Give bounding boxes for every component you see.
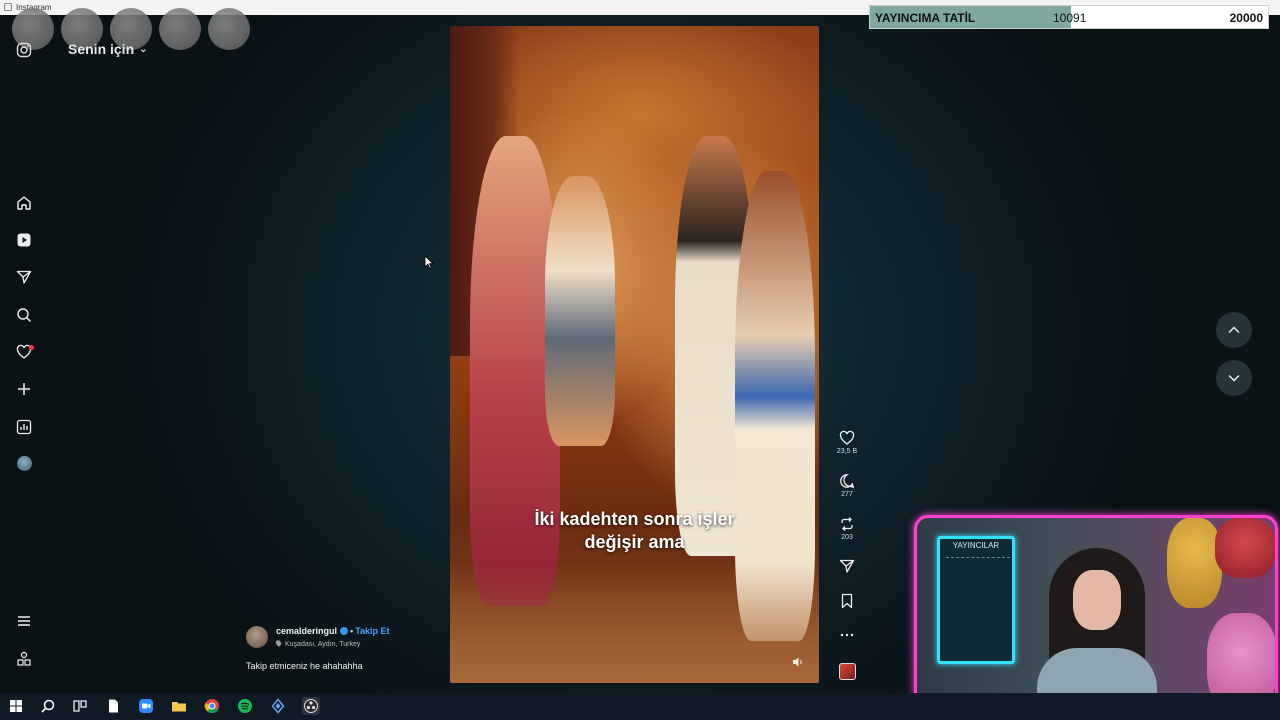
reel-video[interactable]: İki kadehten sonra işler değişir ama — [450, 26, 819, 683]
like-count: 23,5 B — [836, 448, 858, 455]
windows-start-icon[interactable] — [8, 698, 24, 714]
location-pin-icon — [274, 639, 283, 647]
search-icon[interactable] — [40, 698, 56, 714]
notification-dot — [29, 345, 34, 350]
verified-badge-icon — [340, 627, 349, 635]
task-view-icon[interactable] — [72, 698, 88, 714]
plus-icon — [18, 383, 30, 395]
overlay-circle — [159, 8, 201, 50]
feed-selector[interactable]: Senin için ⌄ — [68, 41, 148, 57]
feed-label: Senin için — [68, 41, 135, 57]
chevron-down-icon — [1228, 374, 1240, 382]
follow-button[interactable]: Takip Et — [355, 626, 389, 636]
speaker-icon[interactable] — [792, 656, 804, 668]
direct-icon — [16, 270, 32, 284]
stream-goal-bar: YAYINCIMA TATİL 10091 20000 — [869, 5, 1269, 29]
mouse-cursor-icon — [424, 255, 434, 269]
overlay-circle — [208, 8, 250, 50]
reels-icon — [17, 233, 31, 247]
subtitle-line: İki kadehten sonra işler — [534, 509, 735, 529]
audio-thumbnail[interactable] — [839, 663, 856, 680]
streamer-board: YAYINCILAR — [937, 536, 1015, 664]
instagram-reels-window: Instagram YAYINCIMA TATİL 10091 20000 Se… — [0, 0, 1280, 720]
bookmark-icon — [841, 593, 853, 609]
comment-count: 277 — [841, 491, 853, 498]
zoom-icon[interactable] — [138, 698, 154, 714]
plush-toy — [1215, 518, 1275, 578]
home-icon — [17, 196, 31, 210]
obs-icon[interactable] — [302, 697, 320, 715]
video-subtitles: İki kadehten sonra işler değişir ama — [450, 508, 819, 554]
plush-toy — [1167, 518, 1222, 608]
heart-icon — [839, 430, 855, 445]
menu-icon — [18, 616, 30, 626]
subtitle-line: değişir ama — [584, 532, 685, 552]
goal-label: YAYINCIMA TATİL — [875, 11, 976, 25]
file-icon[interactable] — [105, 698, 121, 714]
repost-icon — [841, 517, 853, 531]
author-avatar[interactable] — [246, 626, 268, 648]
more-icon — [840, 633, 854, 637]
previous-reel-button[interactable] — [1216, 312, 1252, 348]
video-floor — [450, 563, 819, 683]
repost-count: 203 — [841, 534, 853, 541]
app-window-icon — [4, 3, 12, 11]
dashboard-icon — [16, 419, 32, 435]
direct-icon — [839, 559, 855, 573]
post-location[interactable]: Kuşadası, Aydın, Turkey — [274, 639, 361, 648]
author-username[interactable]: cemalderingul — [276, 626, 337, 636]
apps-icon — [17, 651, 31, 666]
app-icon[interactable] — [270, 698, 286, 714]
chevron-up-icon — [1228, 326, 1240, 334]
file-explorer-icon[interactable] — [171, 698, 187, 714]
video-figure — [545, 176, 615, 446]
post-caption: Takip etmiceniz he ahahahha — [246, 661, 363, 671]
board-writing — [946, 557, 1010, 637]
comment-icon — [840, 474, 855, 489]
webcam-overlay: YAYINCILAR — [914, 515, 1278, 718]
goal-target: 20000 — [1229, 11, 1263, 25]
spotify-icon[interactable] — [237, 698, 253, 714]
chevron-down-icon: ⌄ — [139, 44, 148, 55]
board-title: YAYINCILAR — [952, 541, 1000, 550]
author-line: cemalderingul • Takip Et — [276, 626, 390, 636]
separator-dot: • — [350, 626, 354, 636]
goal-current: 10091 — [1053, 11, 1087, 25]
streamer-face — [1073, 570, 1121, 630]
windows-taskbar — [0, 693, 1280, 720]
chrome-icon[interactable] — [204, 698, 220, 714]
location-text: Kuşadası, Aydın, Turkey — [285, 641, 361, 648]
profile-avatar[interactable] — [17, 456, 32, 471]
search-icon — [17, 308, 32, 323]
next-reel-button[interactable] — [1216, 360, 1252, 396]
instagram-icon[interactable] — [16, 42, 32, 58]
